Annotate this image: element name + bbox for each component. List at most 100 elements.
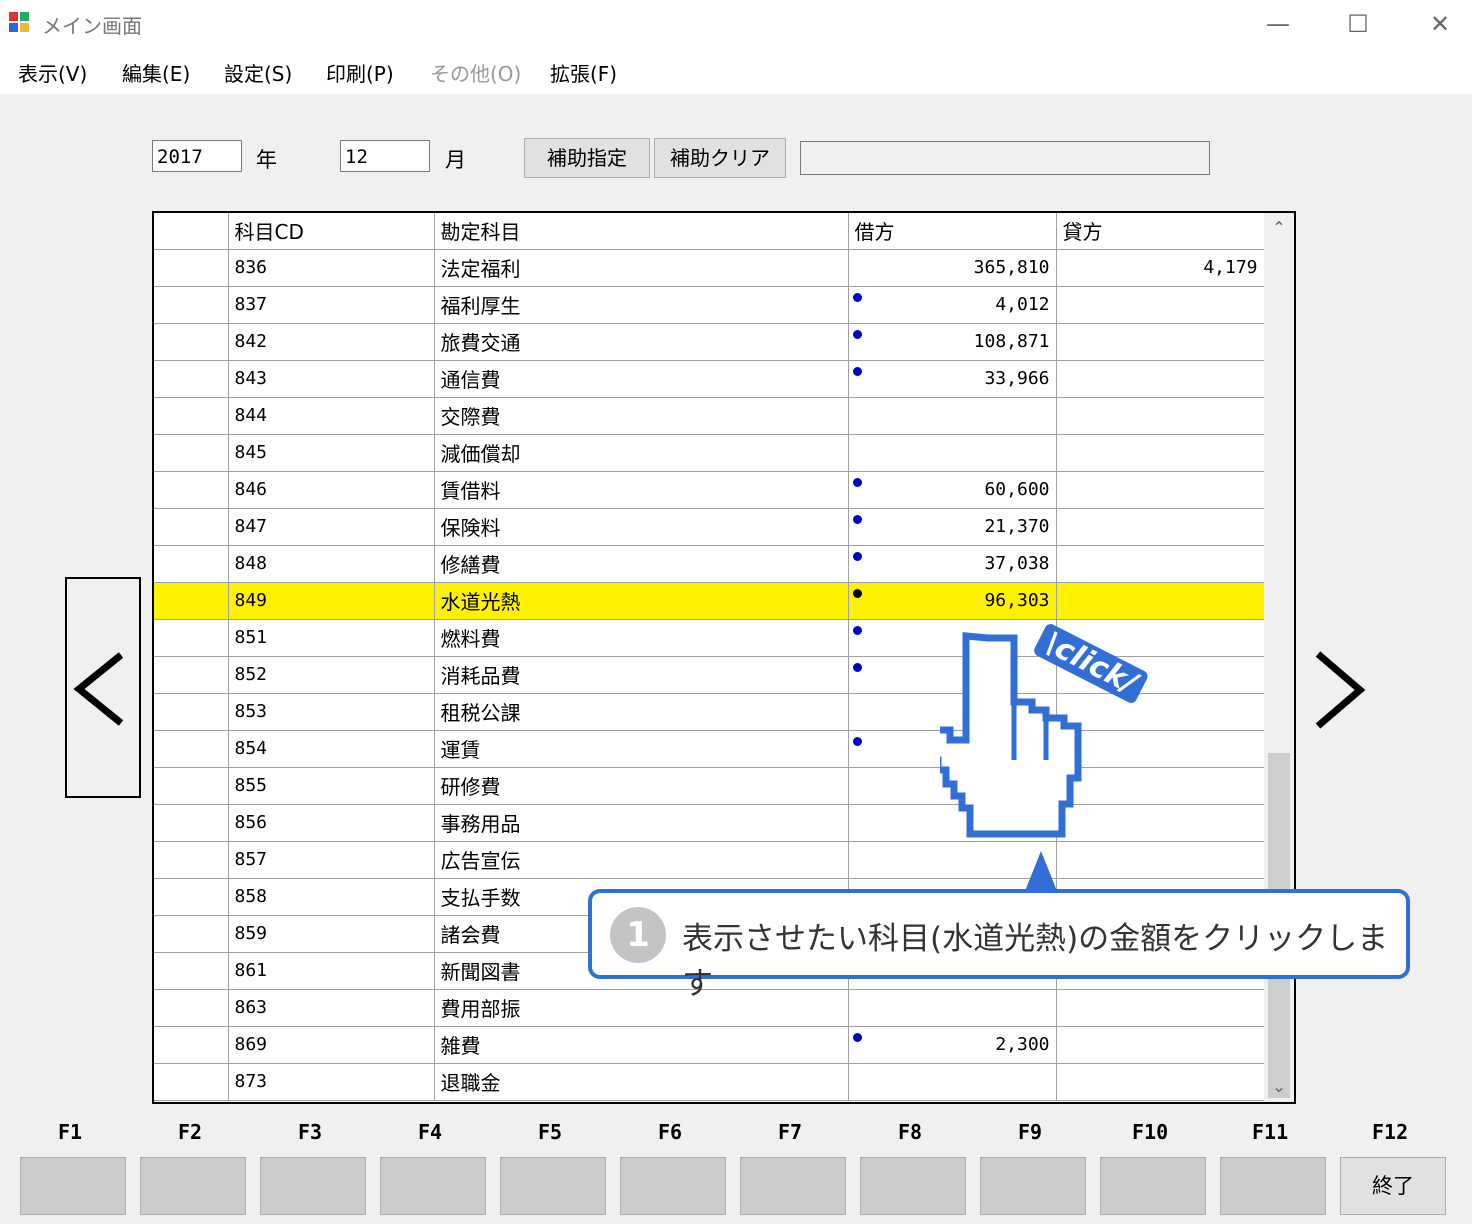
debit-cell[interactable]: 60,600 [848,471,1057,509]
table-row[interactable]: 845 減価償却 [154,434,1265,472]
prev-page-button[interactable] [65,577,141,798]
account-name-cell[interactable]: 運賃 [434,730,849,768]
account-code-cell[interactable]: 858 [228,878,435,916]
account-code-cell[interactable]: 837 [228,286,435,324]
row-selector-cell[interactable] [154,508,229,546]
menu-print[interactable]: 印刷(P) [326,58,394,87]
account-name-cell[interactable]: 減価償却 [434,434,849,472]
table-row[interactable]: 842 旅費交通 108,871 [154,323,1265,361]
debit-cell[interactable] [848,1063,1057,1101]
header-debit[interactable]: 借方 [848,213,1057,250]
account-name-cell[interactable]: 福利厚生 [434,286,849,324]
menu-edit[interactable]: 編集(E) [122,58,190,87]
account-code-cell[interactable]: 863 [228,989,435,1027]
table-row[interactable]: 836 法定福利 365,810 4,179 [154,249,1265,287]
account-code-cell[interactable]: 855 [228,767,435,805]
credit-cell[interactable]: 4,179 [1056,249,1265,287]
table-row[interactable]: 844 交際費 [154,397,1265,435]
account-code-cell[interactable]: 845 [228,434,435,472]
account-code-cell[interactable]: 847 [228,508,435,546]
account-code-cell[interactable]: 851 [228,619,435,657]
row-selector-cell[interactable] [154,619,229,657]
table-row[interactable]: 849 水道光熱 96,303 [154,582,1265,620]
credit-cell[interactable] [1056,1063,1265,1101]
account-code-cell[interactable]: 861 [228,952,435,990]
menu-other[interactable]: その他(O) [430,58,521,87]
credit-cell[interactable] [1056,508,1265,546]
row-selector-cell[interactable] [154,323,229,361]
debit-cell[interactable]: 108,871 [848,323,1057,361]
table-row[interactable]: 837 福利厚生 4,012 [154,286,1265,324]
row-selector-cell[interactable] [154,915,229,953]
account-code-cell[interactable]: 836 [228,249,435,287]
credit-cell[interactable] [1056,397,1265,435]
fkey-button-f11[interactable] [1220,1157,1326,1215]
account-name-cell[interactable]: 賃借料 [434,471,849,509]
table-row[interactable]: 869 雑費 2,300 [154,1026,1265,1064]
exit-button[interactable]: 終了 [1340,1157,1446,1215]
fkey-button-f2[interactable] [140,1157,246,1215]
fkey-button-f1[interactable] [20,1157,126,1215]
account-code-cell[interactable]: 873 [228,1063,435,1101]
menu-settings[interactable]: 設定(S) [224,58,292,87]
account-code-cell[interactable]: 842 [228,323,435,361]
account-name-cell[interactable]: 事務用品 [434,804,849,842]
account-code-cell[interactable]: 846 [228,471,435,509]
header-credit[interactable]: 貸方 [1056,213,1265,250]
account-name-cell[interactable]: 法定福利 [434,249,849,287]
fkey-button-f8[interactable] [860,1157,966,1215]
table-row[interactable]: 843 通信費 33,966 [154,360,1265,398]
account-name-cell[interactable]: 広告宣伝 [434,841,849,879]
row-selector-cell[interactable] [154,286,229,324]
fkey-button-f5[interactable] [500,1157,606,1215]
fkey-button-f7[interactable] [740,1157,846,1215]
row-selector-cell[interactable] [154,656,229,694]
row-selector-cell[interactable] [154,582,229,620]
account-code-cell[interactable]: 859 [228,915,435,953]
row-selector-cell[interactable] [154,1026,229,1064]
fkey-button-f6[interactable] [620,1157,726,1215]
account-name-cell[interactable]: 雑費 [434,1026,849,1064]
account-code-cell[interactable]: 844 [228,397,435,435]
account-name-cell[interactable]: 退職金 [434,1063,849,1101]
menu-extension[interactable]: 拡張(F) [550,58,617,87]
credit-cell[interactable] [1056,360,1265,398]
row-selector-cell[interactable] [154,730,229,768]
debit-cell[interactable]: 96,303 [848,582,1057,620]
credit-cell[interactable] [1056,286,1265,324]
table-row[interactable]: 846 賃借料 60,600 [154,471,1265,509]
row-selector-cell[interactable] [154,1063,229,1101]
row-selector-cell[interactable] [154,952,229,990]
row-selector-cell[interactable] [154,360,229,398]
row-selector-cell[interactable] [154,878,229,916]
header-account-code[interactable]: 科目CD [228,213,435,250]
account-code-cell[interactable]: 853 [228,693,435,731]
account-code-cell[interactable]: 857 [228,841,435,879]
account-name-cell[interactable]: 研修費 [434,767,849,805]
account-name-cell[interactable]: 修繕費 [434,545,849,583]
minimize-button[interactable]: — [1248,4,1308,44]
debit-cell[interactable]: 365,810 [848,249,1057,287]
header-account-name[interactable]: 勘定科目 [434,213,849,250]
row-selector-cell[interactable] [154,989,229,1027]
credit-cell[interactable] [1056,323,1265,361]
row-selector-cell[interactable] [154,397,229,435]
debit-cell[interactable]: 37,038 [848,545,1057,583]
debit-cell[interactable]: 21,370 [848,508,1057,546]
fkey-button-f10[interactable] [1100,1157,1206,1215]
account-code-cell[interactable]: 849 [228,582,435,620]
credit-cell[interactable] [1056,471,1265,509]
table-row[interactable]: 847 保険料 21,370 [154,508,1265,546]
account-name-cell[interactable]: 通信費 [434,360,849,398]
account-name-cell[interactable]: 租税公課 [434,693,849,731]
row-selector-cell[interactable] [154,841,229,879]
maximize-button[interactable]: ☐ [1328,4,1388,44]
month-input[interactable]: 12 [340,140,430,172]
fkey-button-f3[interactable] [260,1157,366,1215]
row-selector-cell[interactable] [154,804,229,842]
table-row[interactable]: 848 修繕費 37,038 [154,545,1265,583]
year-input[interactable]: 2017 [152,140,242,172]
scroll-down-icon[interactable]: ⌄ [1264,1072,1294,1102]
menu-view[interactable]: 表示(V) [18,58,87,87]
account-code-cell[interactable]: 869 [228,1026,435,1064]
